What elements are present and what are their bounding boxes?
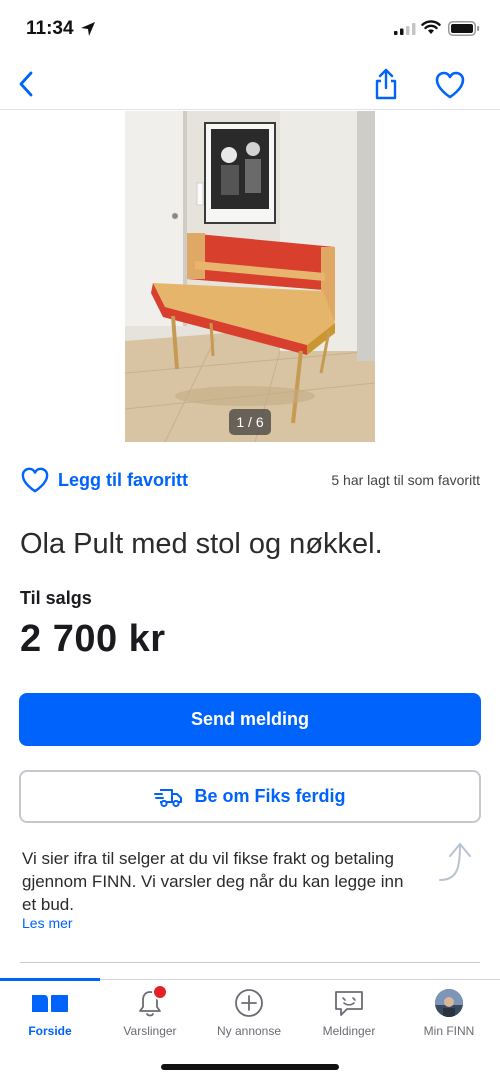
tab-label-meldinger: Meldinger — [322, 1024, 376, 1038]
heart-icon[interactable] — [20, 466, 50, 494]
home-indicator — [161, 1064, 339, 1070]
back-button[interactable] — [12, 69, 40, 99]
tab-label-varslinger: Varslinger — [123, 1024, 177, 1038]
battery-icon — [448, 21, 480, 36]
bottom-tab-bar: Forside Varslinger Ny annonse Meldinger … — [0, 978, 500, 1043]
photo-counter: 1 / 6 — [229, 409, 271, 435]
status-time: 11:34 — [26, 18, 74, 39]
avatar — [435, 989, 463, 1017]
desk-photo-image — [125, 111, 375, 442]
notification-badge — [152, 984, 168, 1000]
tab-label-ny-annonse: Ny annonse — [216, 1024, 282, 1038]
favorite-count: 5 har lagt til som favoritt — [331, 472, 480, 488]
heart-icon — [435, 71, 465, 99]
share-button[interactable] — [372, 67, 400, 101]
status-bar: 11:34 — [0, 0, 500, 58]
fiks-ferdig-label: Be om Fiks ferdig — [194, 786, 346, 806]
chat-icon — [329, 986, 369, 1020]
share-icon — [375, 68, 397, 100]
wifi-icon — [421, 20, 441, 34]
send-message-button[interactable]: Send melding — [19, 693, 481, 746]
location-arrow-icon — [81, 22, 95, 36]
fiks-ferdig-info-text: Vi sier ifra til selger at du vil fikse … — [22, 849, 404, 914]
avatar-container — [429, 986, 469, 1020]
listing-title: Ola Pult med stol og nøkkel. — [20, 528, 383, 560]
favorite-row: Legg til favoritt 5 har lagt til som fav… — [0, 462, 500, 498]
add-favorite-button[interactable]: Legg til favoritt — [58, 470, 188, 491]
cellular-signal-icon — [394, 23, 416, 35]
tab-varslinger[interactable]: Varslinger — [100, 984, 200, 1042]
read-more-link[interactable]: Les mer — [22, 915, 73, 931]
fiks-ferdig-button[interactable]: Be om Fiks ferdig — [19, 770, 481, 823]
delivery-truck-icon — [154, 788, 183, 807]
listing-price: 2 700 kr — [20, 618, 166, 660]
home-icon — [30, 986, 70, 1020]
listing-photo[interactable] — [125, 111, 375, 442]
nav-header — [0, 58, 500, 110]
tab-ny-annonse[interactable]: Ny annonse — [199, 986, 299, 1042]
tab-min-finn[interactable]: Min FINN — [399, 986, 499, 1042]
bell-icon — [130, 984, 170, 1020]
tab-meldinger[interactable]: Meldinger — [299, 986, 399, 1042]
tab-forside[interactable]: Forside — [0, 986, 100, 1042]
section-divider — [20, 962, 480, 963]
plus-circle-icon — [229, 986, 269, 1020]
send-message-label: Send melding — [190, 709, 309, 729]
listing-type: Til salgs — [20, 588, 92, 608]
active-tab-indicator — [0, 978, 100, 981]
tab-label-min-finn: Min FINN — [423, 1024, 475, 1038]
curved-arrow-icon — [439, 843, 471, 881]
chevron-left-icon — [19, 71, 33, 97]
tab-label-forside: Forside — [28, 1024, 72, 1038]
favorite-header-button[interactable] — [434, 70, 466, 100]
